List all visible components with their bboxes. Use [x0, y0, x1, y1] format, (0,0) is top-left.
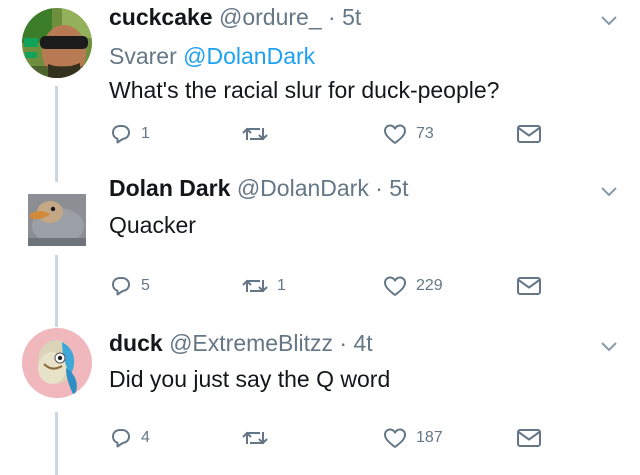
message-icon — [517, 429, 541, 447]
display-name[interactable]: Dolan Dark — [109, 175, 230, 201]
tweet-actions: 1 73 — [109, 122, 549, 146]
tweet-actions: 4 187 — [109, 426, 549, 450]
tweet-header: Dolan Dark @DolanDark · 5t — [109, 175, 408, 202]
separator-dot: · — [328, 4, 336, 30]
reply-icon — [112, 277, 130, 296]
like-icon — [384, 124, 406, 144]
user-handle[interactable]: @DolanDark — [237, 175, 369, 201]
tweet-text: Quacker — [109, 212, 196, 238]
like-icon — [384, 428, 406, 448]
retweet-icon — [242, 431, 268, 445]
like-button[interactable]: 73 — [382, 122, 434, 146]
reply-prefix: Svarer — [109, 43, 177, 69]
reply-count: 5 — [141, 277, 150, 294]
display-name[interactable]: duck — [109, 330, 163, 356]
like-icon — [384, 276, 406, 296]
separator-dot: · — [339, 330, 348, 356]
reply-button[interactable]: 1 — [109, 122, 150, 146]
message-icon — [517, 277, 541, 295]
like-count: 187 — [416, 429, 443, 446]
display-name[interactable]: cuckcake — [109, 4, 213, 30]
avatar[interactable] — [22, 182, 92, 252]
timestamp[interactable]: 5t — [342, 4, 361, 30]
tweet-text: What's the racial slur for duck-people? — [109, 77, 500, 103]
reply-context: Svarer @DolanDark — [109, 43, 315, 70]
tweet[interactable]: cuckcake @ordure_ · 5t Svarer @DolanDark… — [0, 0, 640, 172]
message-button[interactable] — [515, 122, 543, 146]
reply-button[interactable]: 4 — [109, 426, 150, 450]
tweet[interactable]: Dolan Dark @DolanDark · 5t Quacker 5 1 2… — [0, 172, 640, 314]
message-button[interactable] — [515, 274, 543, 298]
avatar[interactable] — [22, 328, 92, 398]
like-count: 73 — [416, 125, 434, 142]
message-icon — [517, 125, 541, 143]
avatar[interactable] — [22, 8, 92, 78]
tweet[interactable]: duck @ExtremeBlitzz · 4t Did you just sa… — [0, 320, 640, 475]
like-count: 229 — [416, 277, 443, 294]
reply-icon — [112, 429, 130, 448]
message-button[interactable] — [515, 426, 543, 450]
tweet-actions: 5 1 229 — [109, 274, 549, 298]
like-button[interactable]: 229 — [382, 274, 443, 298]
timestamp[interactable]: 4t — [353, 330, 372, 356]
reply-count: 4 — [141, 429, 150, 446]
tweet-header: cuckcake @ordure_ · 5t — [109, 4, 361, 31]
tweet-text: Did you just say the Q word — [109, 366, 391, 392]
retweet-button[interactable] — [241, 426, 277, 450]
retweet-button[interactable]: 1 — [241, 274, 286, 298]
retweet-button[interactable] — [241, 122, 277, 146]
reply-icon — [112, 125, 130, 144]
chevron-down-icon[interactable] — [600, 339, 618, 353]
retweet-count: 1 — [277, 277, 286, 294]
retweet-icon — [242, 279, 268, 293]
like-button[interactable]: 187 — [382, 426, 443, 450]
chevron-down-icon[interactable] — [600, 13, 618, 27]
chevron-down-icon[interactable] — [600, 184, 618, 198]
user-handle[interactable]: @ExtremeBlitzz — [169, 330, 333, 356]
retweet-icon — [242, 127, 268, 141]
reply-button[interactable]: 5 — [109, 274, 150, 298]
reply-count: 1 — [141, 125, 150, 142]
user-handle[interactable]: @ordure_ — [219, 4, 322, 30]
separator-dot: · — [375, 175, 383, 201]
reply-handle-link[interactable]: @DolanDark — [183, 43, 315, 69]
timestamp[interactable]: 5t — [389, 175, 408, 201]
tweet-header: duck @ExtremeBlitzz · 4t — [109, 330, 373, 357]
